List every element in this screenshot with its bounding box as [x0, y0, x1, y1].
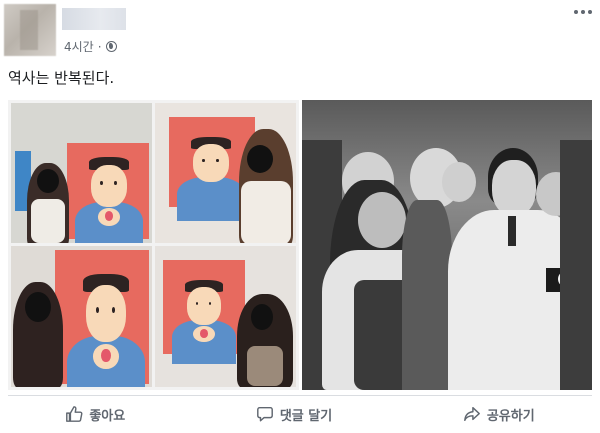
face-blur	[25, 292, 51, 322]
share-arrow-icon	[463, 406, 480, 422]
share-label: 공유하기	[486, 408, 535, 424]
more-dot	[588, 10, 592, 14]
more-dot	[581, 10, 585, 14]
meta-separator: ·	[97, 39, 102, 54]
post-action-bar: 좋아요 댓글 달기 공유하기	[0, 397, 600, 431]
collage-photo-2[interactable]	[155, 103, 296, 243]
poster	[55, 250, 149, 387]
author-avatar-blurred[interactable]	[4, 4, 56, 56]
figure	[358, 192, 406, 248]
thumbs-up-icon	[66, 406, 83, 422]
poster	[163, 260, 245, 364]
comment-button[interactable]: 댓글 달기	[256, 405, 332, 424]
collage-photo-4[interactable]	[155, 246, 296, 387]
like-label: 좋아요	[89, 408, 126, 424]
figure	[492, 160, 536, 216]
post-meta: 4시간 ·	[64, 38, 117, 55]
share-button[interactable]: 공유하기	[463, 405, 535, 424]
poster	[67, 143, 149, 243]
face-blur	[251, 304, 273, 330]
figure	[402, 200, 452, 390]
person	[247, 346, 283, 386]
person	[31, 199, 65, 243]
cartoon-figure	[66, 274, 146, 387]
historical-photo[interactable]	[302, 100, 592, 390]
author-name-blurred[interactable]	[62, 8, 126, 30]
globe-icon[interactable]	[105, 41, 117, 52]
post-time[interactable]: 4시간	[64, 38, 94, 55]
face-blur	[247, 145, 273, 173]
figure	[442, 162, 476, 202]
collage-image[interactable]	[8, 100, 299, 390]
comment-label: 댓글 달기	[279, 408, 333, 424]
person	[241, 181, 291, 243]
more-options-button[interactable]	[574, 10, 592, 14]
post-text: 역사는 반복된다.	[8, 69, 115, 87]
collage-photo-3[interactable]	[11, 246, 152, 387]
cartoon-figure	[171, 280, 237, 364]
cartoon-figure	[177, 137, 245, 221]
figure	[508, 216, 516, 246]
action-divider	[8, 395, 592, 396]
face-blur	[37, 169, 59, 193]
more-dot	[574, 10, 578, 14]
cartoon-figure	[75, 157, 143, 243]
like-button[interactable]: 좋아요	[65, 405, 125, 424]
speech-bubble-icon	[256, 406, 273, 422]
collage-photo-1[interactable]	[11, 103, 152, 243]
figure	[560, 140, 592, 390]
